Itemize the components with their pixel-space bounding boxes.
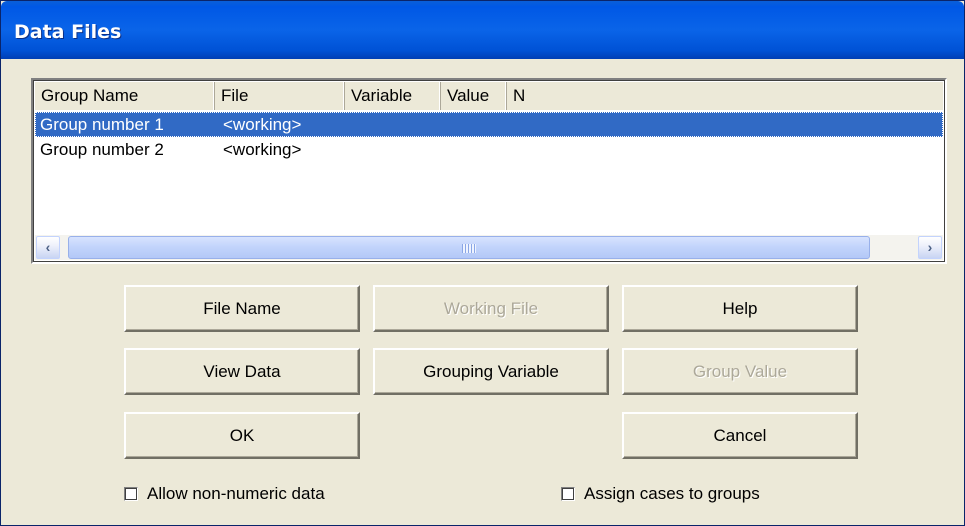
list-header: Group Name File Variable Value N [35, 82, 943, 110]
column-header-value[interactable]: Value [441, 82, 507, 110]
file-name-button[interactable]: File Name [124, 285, 360, 332]
column-header-file[interactable]: File [215, 82, 345, 110]
working-file-button[interactable]: Working File [373, 285, 609, 332]
column-header-group-name[interactable]: Group Name [35, 82, 215, 110]
window-title: Data Files [14, 21, 122, 43]
assign-cases-checkbox[interactable]: Assign cases to groups [561, 483, 760, 505]
allow-non-numeric-checkbox[interactable]: Allow non-numeric data [124, 483, 325, 505]
checkbox-label: Allow non-numeric data [147, 484, 325, 503]
help-button[interactable]: Help [622, 285, 858, 332]
checkbox-box[interactable] [124, 487, 138, 501]
list-rows: Group number 1 <working> Group number 2 … [35, 112, 943, 162]
view-data-button[interactable]: View Data [124, 348, 360, 395]
cell-group-name: Group number 1 [40, 115, 164, 134]
horizontal-scrollbar[interactable]: ‹ › [35, 235, 943, 260]
scrollbar-thumb[interactable] [68, 236, 870, 259]
column-header-n[interactable]: N [507, 82, 943, 110]
checkbox-label: Assign cases to groups [584, 484, 760, 503]
checkbox-box[interactable] [561, 487, 575, 501]
cell-file: <working> [223, 140, 302, 159]
table-row[interactable]: Group number 1 <working> [35, 112, 943, 137]
groups-list-view[interactable]: Group Name File Variable Value N Group n… [31, 78, 947, 264]
cell-group-name: Group number 2 [40, 140, 164, 159]
cell-file: <working> [223, 115, 302, 134]
grouping-variable-button[interactable]: Grouping Variable [373, 348, 609, 395]
cancel-button[interactable]: Cancel [622, 412, 858, 459]
group-value-button[interactable]: Group Value [622, 348, 858, 395]
column-header-variable[interactable]: Variable [345, 82, 441, 110]
title-bar[interactable]: Data Files [1, 1, 964, 59]
scroll-right-arrow-icon[interactable]: › [918, 236, 942, 259]
table-row[interactable]: Group number 2 <working> [35, 137, 943, 162]
scroll-left-arrow-icon[interactable]: ‹ [36, 236, 60, 259]
grip-icon [462, 244, 476, 253]
data-files-dialog: Data Files Group Name File Variable Valu… [0, 0, 965, 526]
ok-button[interactable]: OK [124, 412, 360, 459]
